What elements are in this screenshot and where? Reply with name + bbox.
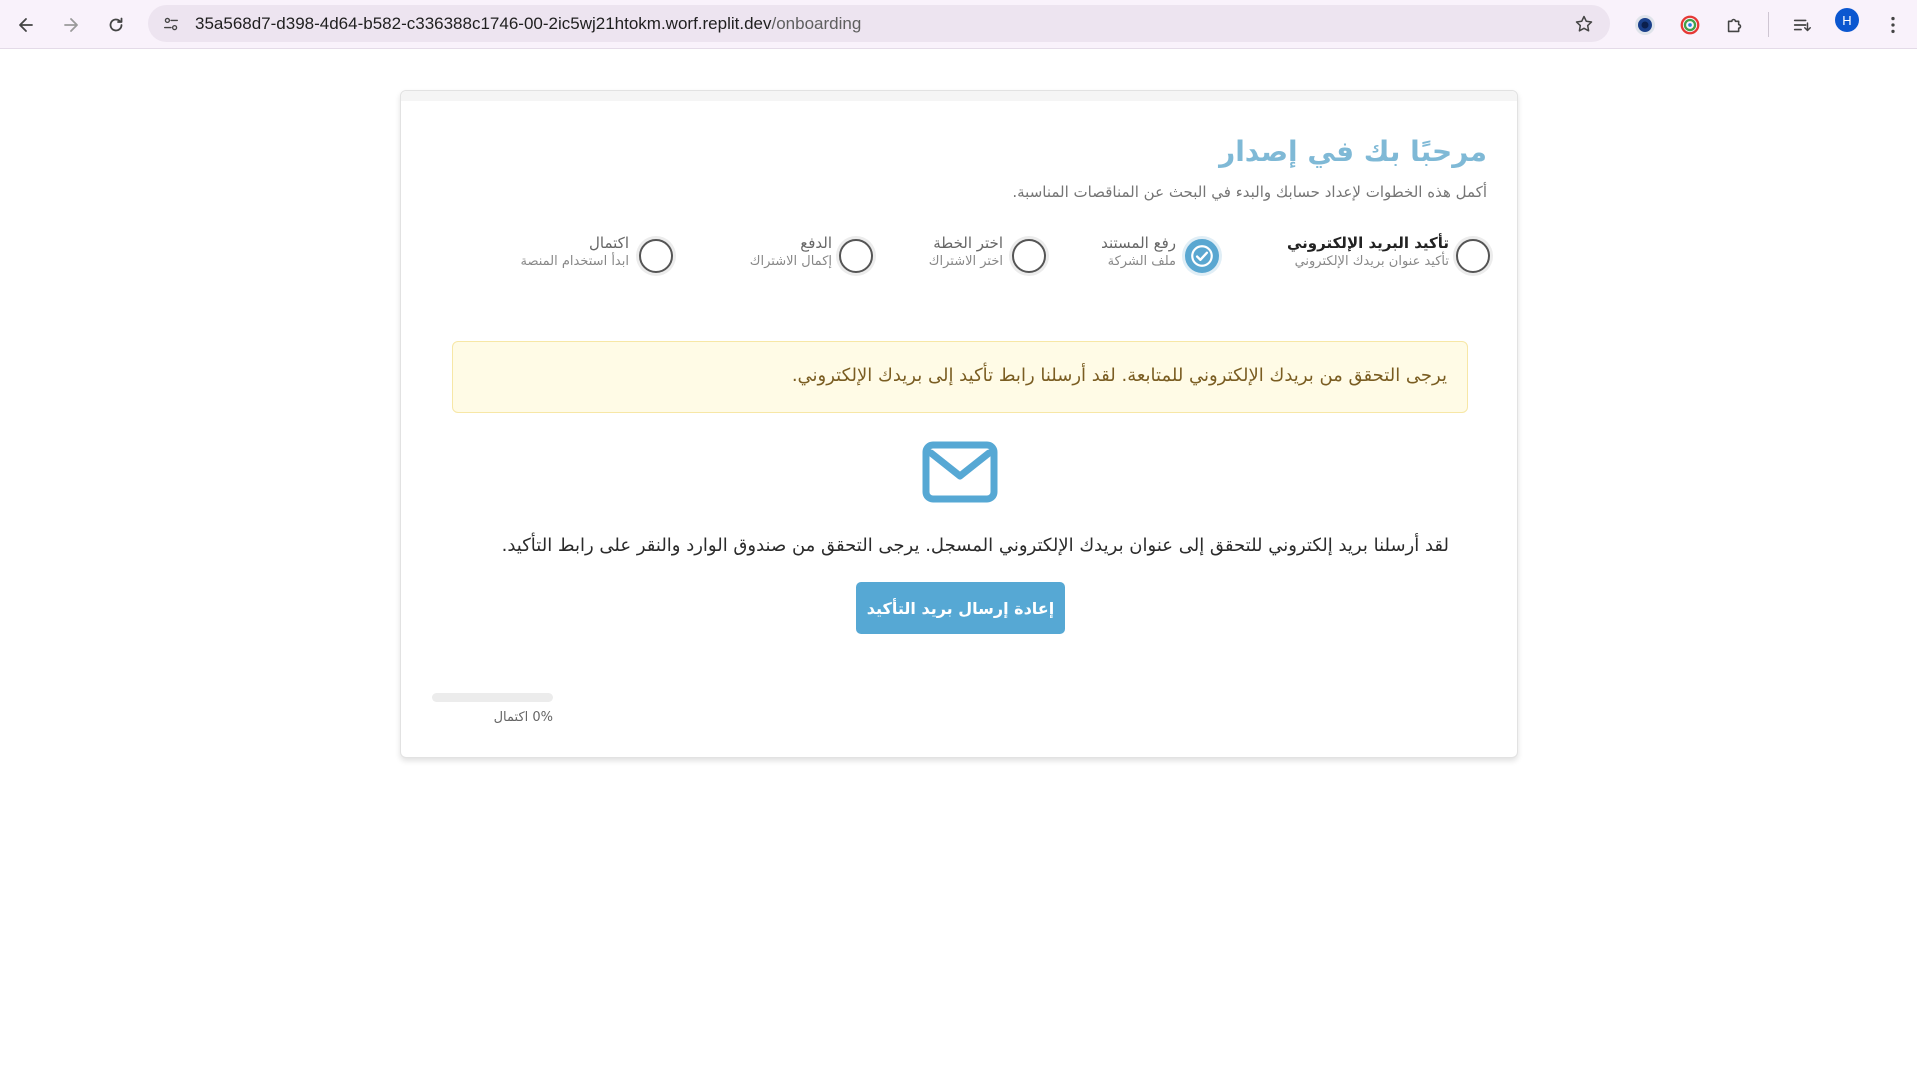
profile-avatar[interactable]: H bbox=[1835, 8, 1859, 32]
url-text[interactable]: 35a568d7-d398-4d64-b582-c336388c1746-00-… bbox=[195, 14, 861, 34]
step-description: تأكيد عنوان بريدك الإلكتروني bbox=[1294, 254, 1449, 269]
extensions-puzzle-icon[interactable] bbox=[1718, 8, 1752, 42]
step-description: اختر الاشتراك bbox=[928, 254, 1003, 269]
step-document-upload[interactable]: رفع المستند ملف الشركة bbox=[1072, 234, 1222, 289]
verification-alert: يرجى التحقق من بريدك الإلكتروني للمتابعة… bbox=[452, 341, 1468, 413]
step-description: ابدأ استخدام المنصة bbox=[520, 254, 630, 269]
extension-color-picker-icon[interactable] bbox=[1673, 8, 1707, 42]
extension-dark-reader-icon[interactable] bbox=[1628, 8, 1662, 42]
step-label: اختر الخطة bbox=[933, 234, 1003, 252]
check-circle-icon bbox=[1185, 239, 1219, 273]
step-circle-icon bbox=[1012, 239, 1046, 273]
step-email-confirmation[interactable]: تأكيد البريد الإلكتروني تأكيد عنوان بريد… bbox=[1255, 234, 1495, 289]
step-circle-icon bbox=[639, 239, 673, 273]
onboarding-card: مرحبًا بك في إصدار أكمل هذه الخطوات لإعد… bbox=[400, 90, 1518, 758]
progress-bar bbox=[432, 693, 553, 702]
alert-text: يرجى التحقق من بريدك الإلكتروني للمتابعة… bbox=[791, 365, 1447, 386]
arrow-left-icon bbox=[19, 18, 33, 32]
verification-info-text: لقد أرسلنا بريد إلكتروني للتحقق إلى عنوا… bbox=[501, 535, 1449, 556]
reading-list-icon[interactable] bbox=[1785, 8, 1819, 42]
browser-toolbar: 35a568d7-d398-4d64-b582-c336388c1746-00-… bbox=[0, 0, 1917, 49]
resend-confirmation-button[interactable]: إعادة إرسال بريد التأكيد bbox=[856, 582, 1065, 634]
forward-button[interactable] bbox=[54, 8, 88, 42]
url-path: /onboarding bbox=[771, 14, 862, 33]
browser-menu-button[interactable] bbox=[1876, 8, 1910, 42]
reload-icon bbox=[109, 17, 123, 32]
bookmark-star-icon[interactable] bbox=[1572, 12, 1596, 36]
page-title: مرحبًا بك في إصدار bbox=[1219, 135, 1487, 168]
step-label: رفع المستند bbox=[1101, 234, 1176, 252]
site-info-icon[interactable] bbox=[158, 11, 184, 37]
toolbar-divider bbox=[1768, 12, 1769, 37]
more-vertical-icon bbox=[1891, 16, 1895, 34]
step-description: إكمال الاشتراك bbox=[749, 254, 832, 269]
step-circle-icon bbox=[839, 239, 873, 273]
step-choose-plan[interactable]: اختر الخطة اختر الاشتراك bbox=[901, 234, 1051, 289]
progress-label: 0% اكتمال bbox=[493, 710, 553, 725]
url-host: 35a568d7-d398-4d64-b582-c336388c1746-00-… bbox=[195, 14, 772, 33]
back-button[interactable] bbox=[9, 8, 43, 42]
envelope-icon bbox=[922, 441, 998, 503]
step-label: اكتمال bbox=[589, 234, 629, 252]
step-circle-icon bbox=[1456, 239, 1490, 273]
step-payment[interactable]: الدفع إكمال الاشتراك bbox=[727, 234, 877, 289]
step-completion[interactable]: اكتمال ابدأ استخدام المنصة bbox=[495, 234, 675, 289]
card-header-strip bbox=[401, 91, 1517, 101]
page-subtitle: أكمل هذه الخطوات لإعداد حسابك والبدء في … bbox=[1012, 183, 1487, 201]
reload-button[interactable] bbox=[99, 8, 133, 42]
step-description: ملف الشركة bbox=[1107, 254, 1176, 269]
arrow-right-icon bbox=[64, 18, 78, 32]
step-label: الدفع bbox=[800, 234, 832, 252]
step-label: تأكيد البريد الإلكتروني bbox=[1287, 234, 1449, 252]
address-bar[interactable]: 35a568d7-d398-4d64-b582-c336388c1746-00-… bbox=[148, 5, 1610, 42]
